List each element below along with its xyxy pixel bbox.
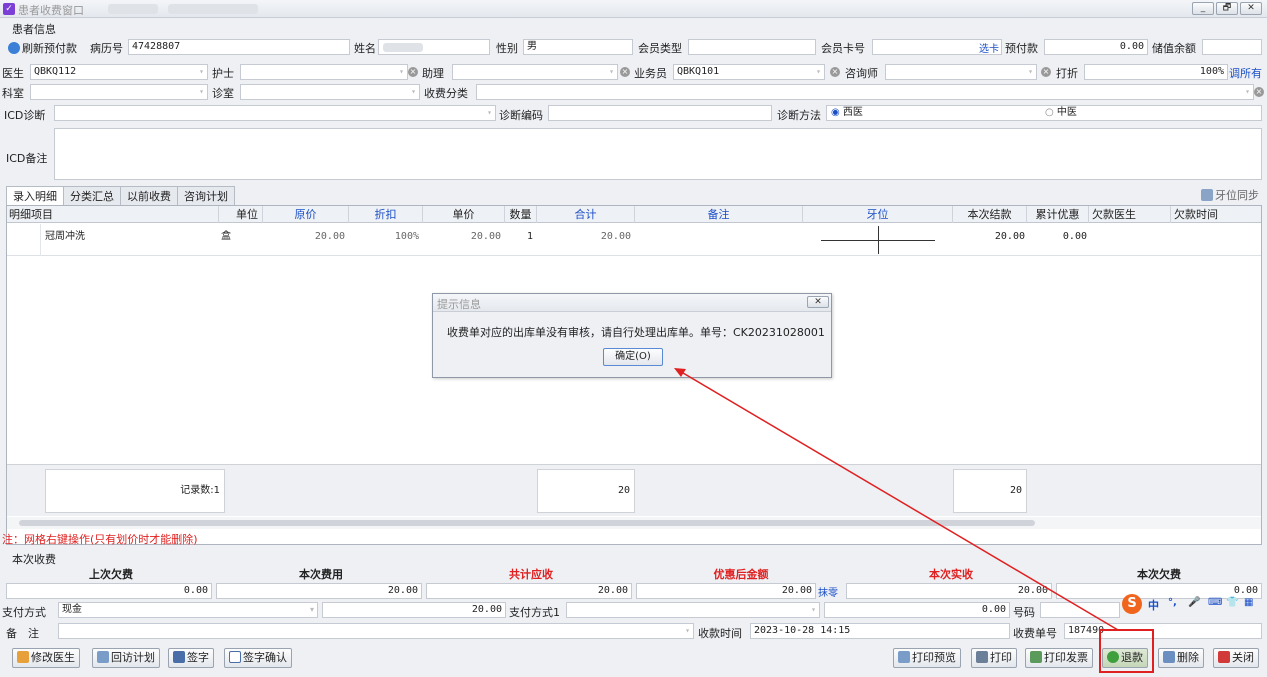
arrow-line (677, 369, 1119, 631)
annotation-arrow (674, 368, 1119, 631)
arrow-head (674, 368, 686, 377)
